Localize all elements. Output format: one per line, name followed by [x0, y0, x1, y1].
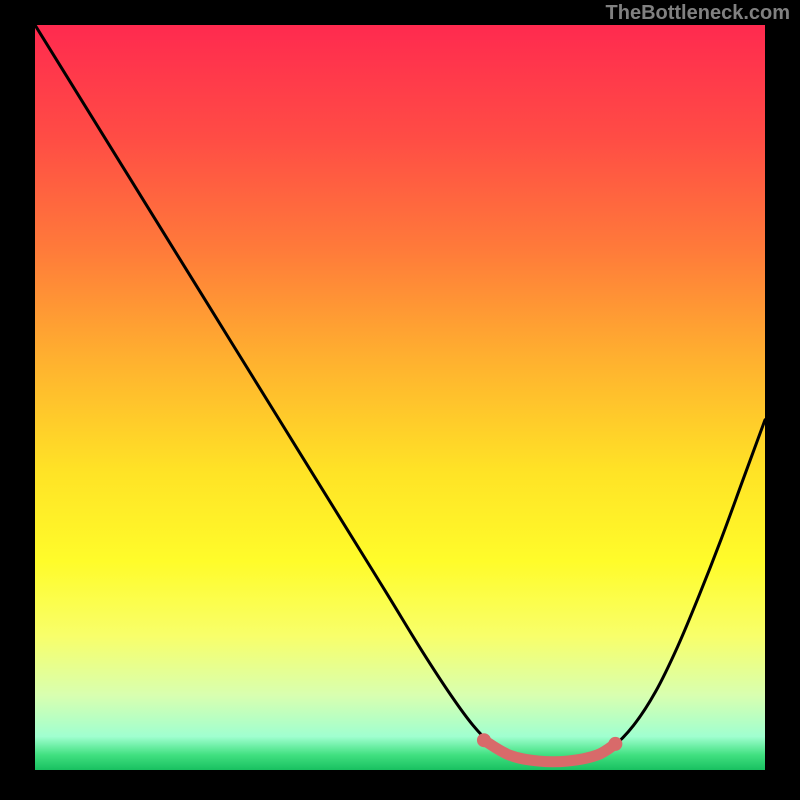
gradient-background	[35, 25, 765, 770]
watermark-text: TheBottleneck.com	[606, 2, 790, 25]
marker-dot	[477, 733, 491, 747]
marker-dot	[608, 737, 622, 751]
chart-svg	[35, 25, 765, 770]
chart-container: TheBottleneck.com	[0, 0, 800, 800]
plot-area	[35, 25, 765, 770]
